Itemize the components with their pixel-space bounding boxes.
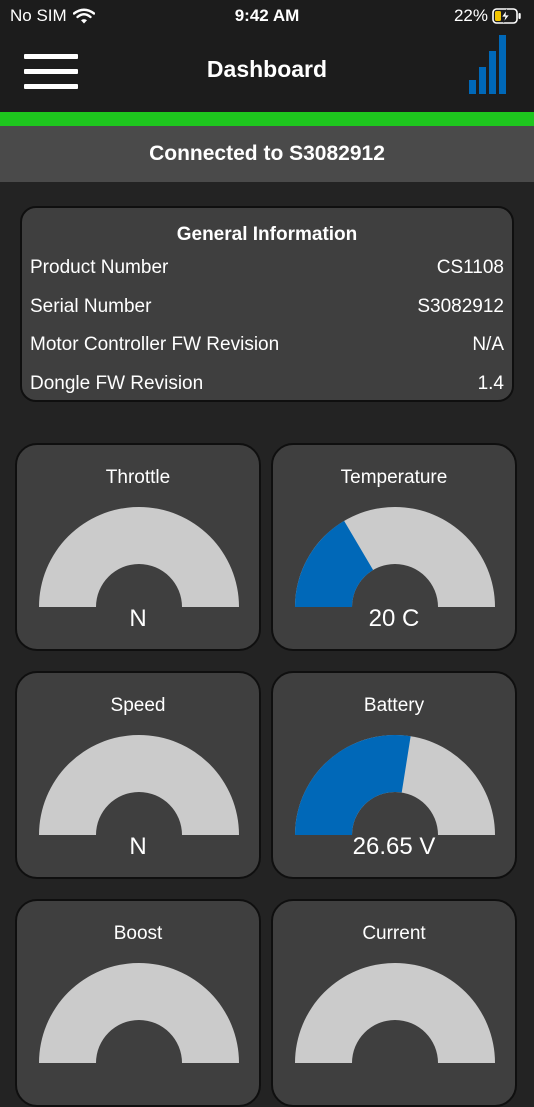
temperature-gauge (295, 507, 495, 607)
info-value: N/A (472, 334, 504, 355)
info-value: 1.4 (477, 373, 504, 394)
info-label: Serial Number (30, 296, 152, 317)
info-row-serial-number: Serial Number S3082912 (30, 296, 504, 322)
battery-charging-icon (492, 8, 521, 24)
gauge-title: Boost (113, 923, 163, 944)
boost-gauge (39, 963, 239, 1063)
info-value: S3082912 (417, 296, 504, 317)
gauge-track (39, 963, 239, 1063)
gauge-track (39, 735, 239, 835)
info-row-product-number: Product Number CS1108 (30, 257, 504, 283)
status-bar: No SIM 9:42 AM 22% (0, 0, 534, 34)
info-label: Dongle FW Revision (30, 373, 204, 394)
current-gauge-card[interactable]: Current (271, 899, 517, 1107)
info-label: Product Number (30, 257, 169, 278)
speed-gauge-card[interactable]: Speed N (15, 671, 261, 879)
battery-gauge (295, 735, 495, 835)
info-row-dongle-fw: Dongle FW Revision 1.4 (30, 373, 504, 399)
general-information-card: General Information Product Number CS110… (20, 206, 514, 402)
gauge-value: N (129, 833, 147, 860)
gauge-value: 26.65 V (352, 833, 436, 860)
gauge-value: N (129, 605, 147, 632)
throttle-gauge-card[interactable]: Throttle N (15, 443, 261, 651)
connection-status-indicator (0, 112, 534, 126)
gauge-fill (295, 735, 411, 835)
throttle-gauge (39, 507, 239, 607)
info-row-motor-fw: Motor Controller FW Revision N/A (30, 334, 504, 360)
gauge-value: 20 C (368, 605, 420, 632)
status-battery-group: 22% (454, 6, 522, 26)
gauge-title: Throttle (105, 467, 171, 488)
gauge-title: Speed (110, 695, 166, 716)
gauge-title: Temperature (340, 467, 448, 488)
gauge-title: Battery (363, 695, 425, 716)
boost-gauge-card[interactable]: Boost (15, 899, 261, 1107)
info-value: CS1108 (436, 257, 504, 278)
signal-strength-icon[interactable] (468, 34, 512, 96)
current-gauge (295, 963, 495, 1063)
battery-percent: 22% (453, 6, 488, 25)
battery-gauge-card[interactable]: Battery 26.65 V (271, 671, 517, 879)
info-label: Motor Controller FW Revision (30, 334, 280, 355)
speed-gauge (39, 735, 239, 835)
gauge-track (39, 507, 239, 607)
card-title: General Information (176, 224, 358, 245)
temperature-gauge-card[interactable]: Temperature 20 C (271, 443, 517, 651)
gauge-title: Current (362, 923, 426, 944)
connection-banner: Connected to S3082912 (0, 126, 534, 182)
page-title: Dashboard (206, 56, 328, 82)
nav-bar: Dashboard (0, 34, 534, 112)
gauge-track (295, 963, 495, 1063)
